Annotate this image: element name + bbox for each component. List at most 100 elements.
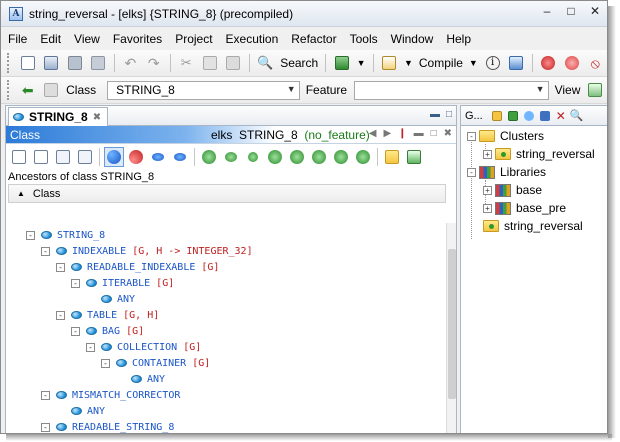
tree-row[interactable]: - MISMATCH_CORRECTOR	[41, 387, 180, 403]
interface-view-icon[interactable]	[75, 147, 95, 167]
tab-string-8[interactable]: STRING_8 ✖	[8, 107, 109, 126]
collapse-toggle[interactable]: -	[467, 131, 476, 141]
suppliers-view-icon[interactable]	[170, 147, 190, 167]
text-view-icon[interactable]	[9, 147, 29, 167]
class-combo[interactable]: STRING_8 ▼	[107, 80, 300, 100]
class-name[interactable]: ITERABLE	[102, 278, 150, 289]
tree-row[interactable]: - STRING_8	[26, 227, 105, 243]
exported-view-icon[interactable]	[353, 147, 373, 167]
class-name[interactable]: CONTAINER	[132, 358, 186, 369]
ancestors-view-icon[interactable]	[104, 147, 124, 167]
tree-row[interactable]: - CONTAINER [G]	[101, 355, 210, 371]
tree-row[interactable]: ANY	[56, 403, 105, 419]
copy-icon[interactable]	[199, 53, 220, 73]
class-name[interactable]: BAG	[102, 326, 120, 337]
collapse-toggle[interactable]: -	[101, 358, 110, 368]
class-column-header[interactable]: ▲ Class	[8, 184, 446, 203]
view-icon[interactable]	[584, 80, 606, 100]
once-view-icon[interactable]	[309, 147, 329, 167]
menu-tools[interactable]: Tools	[343, 32, 384, 46]
new-library-icon[interactable]	[538, 106, 552, 126]
group-item-base[interactable]: + base	[483, 181, 542, 199]
open-icon[interactable]	[40, 53, 61, 73]
close-tab-icon[interactable]: ✖	[93, 112, 101, 123]
maximize-panel-icon[interactable]: □	[446, 109, 452, 120]
groups-title[interactable]: G...	[465, 110, 483, 122]
group-item-cluster-string-reversal[interactable]: + string_reversal	[483, 145, 595, 163]
flat-view-icon[interactable]	[31, 147, 51, 167]
close-tool-icon[interactable]: ✖	[444, 128, 452, 139]
class-name[interactable]: MISMATCH_CORRECTOR	[72, 390, 180, 401]
system-dropdown-arrow[interactable]: ▼	[404, 58, 413, 68]
descendants-view-icon[interactable]	[126, 147, 146, 167]
class-name[interactable]: COLLECTION	[117, 342, 177, 353]
context-cluster[interactable]: elks	[211, 128, 232, 142]
tree-row[interactable]: - READABLE_STRING_8	[41, 419, 174, 433]
edit-icon[interactable]	[404, 147, 424, 167]
class-name[interactable]: READABLE_STRING_8	[72, 422, 174, 433]
system-icon[interactable]	[379, 53, 400, 73]
chevron-down-icon[interactable]: ▼	[287, 84, 296, 94]
menu-refactor[interactable]: Refactor	[284, 32, 342, 46]
invariants-view-icon[interactable]	[243, 147, 263, 167]
tree-row[interactable]: - TABLE [G, H]	[56, 307, 159, 323]
tree-row[interactable]: ANY	[86, 291, 135, 307]
redo-icon[interactable]: ↷	[143, 53, 164, 73]
collapse-toggle[interactable]: -	[71, 278, 80, 288]
new-feature-icon[interactable]	[522, 106, 536, 126]
freeze-icon[interactable]	[505, 53, 526, 73]
context-class[interactable]: STRING_8	[239, 128, 298, 142]
tree-row[interactable]: - COLLECTION [G]	[86, 339, 201, 355]
target-icon[interactable]	[331, 53, 352, 73]
tree-row[interactable]: - READABLE_INDEXABLE [G]	[56, 259, 219, 275]
collapse-toggle[interactable]: -	[71, 326, 80, 336]
menu-file[interactable]: File	[1, 32, 33, 46]
new-cluster-icon[interactable]	[506, 106, 520, 126]
tree-row[interactable]: - INDEXABLE [G, H -> INTEGER_32]	[41, 243, 253, 259]
save-all-icon[interactable]	[87, 53, 108, 73]
group-item-libraries[interactable]: - Libraries	[467, 163, 546, 181]
menu-view[interactable]: View	[67, 32, 106, 46]
maximize-icon[interactable]: □	[559, 2, 583, 20]
menu-window[interactable]: Window	[384, 32, 440, 46]
tree-row[interactable]: - ITERABLE [G]	[71, 275, 174, 291]
cut-icon[interactable]: ✂	[175, 53, 196, 73]
forward-icon[interactable]	[41, 80, 63, 100]
tree-scrollbar[interactable]	[446, 223, 456, 433]
search-button-label[interactable]: Search	[280, 56, 318, 70]
folder-icon[interactable]	[382, 147, 402, 167]
history-forward-icon[interactable]: ▶	[383, 128, 391, 139]
menu-help[interactable]: Help	[439, 32, 477, 46]
expand-toggle[interactable]: +	[483, 185, 492, 195]
compile-button-label[interactable]: Compile	[419, 56, 463, 70]
contract-view-icon[interactable]	[53, 147, 73, 167]
collapse-toggle[interactable]: -	[56, 262, 65, 272]
feature-combo[interactable]: ▼	[354, 80, 549, 100]
collapse-toggle[interactable]: -	[56, 310, 65, 320]
collapse-toggle[interactable]: -	[467, 167, 476, 177]
save-icon[interactable]	[64, 53, 85, 73]
collapse-toggle[interactable]: -	[26, 230, 35, 240]
toolbar-grip[interactable]	[7, 53, 12, 73]
scrollbar-thumb[interactable]	[448, 249, 456, 399]
delete-icon[interactable]: ✕	[554, 106, 568, 126]
menu-execution[interactable]: Execution	[219, 32, 285, 46]
close-icon[interactable]: ✕	[583, 2, 607, 20]
routines-view-icon[interactable]	[221, 147, 241, 167]
menu-project[interactable]: Project	[168, 32, 218, 46]
class-name[interactable]: STRING_8	[57, 230, 105, 241]
expand-toggle[interactable]: +	[483, 203, 492, 213]
deferred-view-icon[interactable]	[287, 147, 307, 167]
history-back-icon[interactable]: ◀	[369, 128, 377, 139]
minimize-panel-icon[interactable]: ▬	[430, 109, 440, 120]
external-view-icon[interactable]	[331, 147, 351, 167]
collapse-toggle[interactable]: -	[41, 246, 50, 256]
menu-edit[interactable]: Edit	[33, 32, 67, 46]
compile-dropdown-arrow[interactable]: ▼	[469, 58, 478, 68]
find-icon[interactable]: 🔍	[570, 106, 584, 126]
minimize-tool-icon[interactable]: ▬	[414, 128, 424, 139]
target-dropdown-arrow[interactable]: ▼	[357, 58, 366, 68]
collapse-toggle[interactable]: -	[41, 390, 50, 400]
group-item-base-pre[interactable]: + base_pre	[483, 199, 566, 217]
stop-icon[interactable]: ⦸	[585, 53, 606, 73]
